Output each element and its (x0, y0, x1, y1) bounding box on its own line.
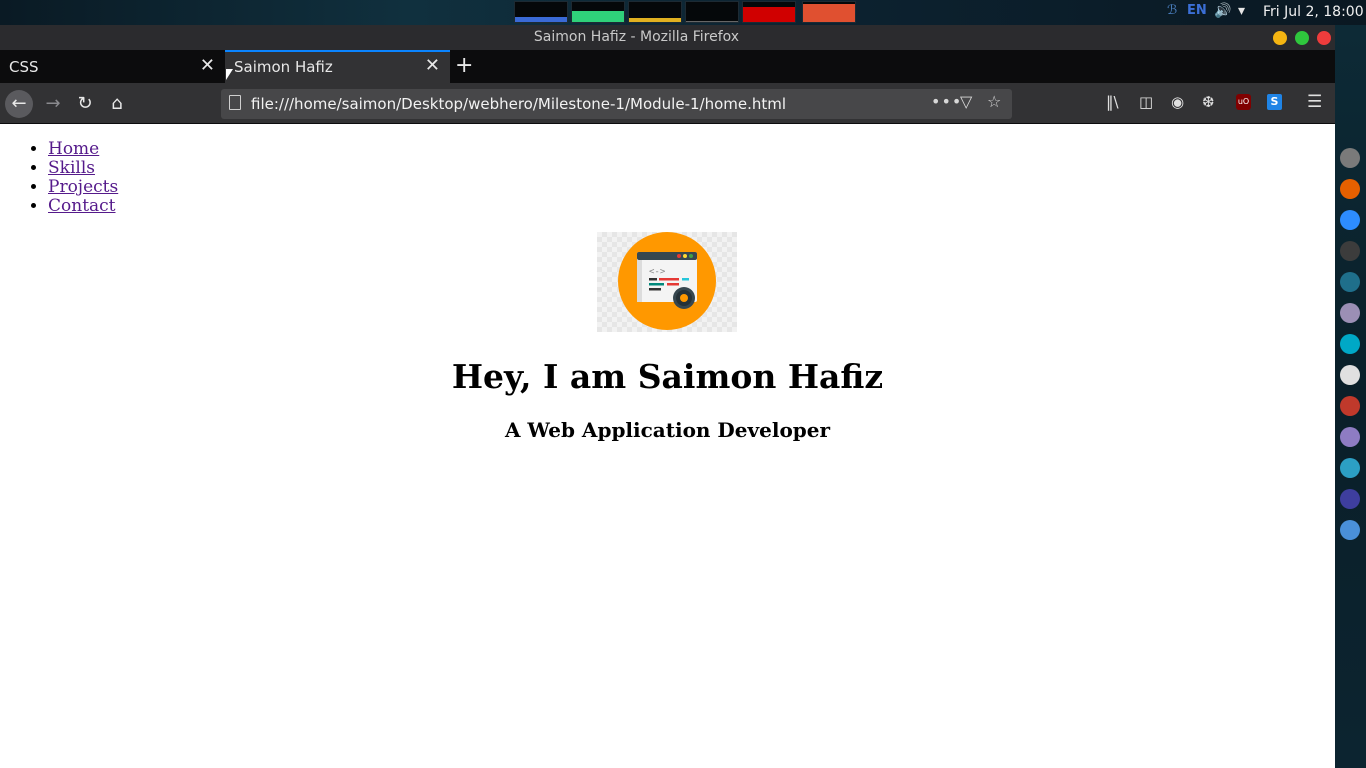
ublock-extension-icon[interactable]: uO (1236, 94, 1251, 110)
nav-item: Contact (48, 197, 118, 216)
vscode-dock-icon[interactable] (1340, 489, 1360, 509)
code-window-icon: <-> (618, 232, 716, 330)
extension-icon[interactable]: ❆ (1202, 93, 1215, 111)
kde-dock-icon[interactable] (1340, 365, 1360, 385)
page-content: Home Skills Projects Contact <-> Hey, I … (0, 124, 1335, 768)
bluetooth-icon[interactable]: ℬ (1167, 3, 1177, 18)
nav-link-home[interactable]: Home (48, 139, 99, 159)
forward-button[interactable]: → (39, 90, 67, 118)
page-heading: Hey, I am Saimon Hafiz (451, 357, 884, 396)
network-monitor-level (629, 18, 681, 22)
disk-monitor-level (803, 4, 855, 22)
svg-text:<->: <-> (649, 267, 666, 277)
mouse-cursor (226, 69, 233, 80)
page-subheading: A Web Application Developer (504, 418, 831, 442)
window-title: Saimon Hafiz - Mozilla Firefox (533, 29, 740, 45)
reload-button[interactable]: ↻ (71, 90, 99, 118)
maximize-button[interactable] (1295, 31, 1309, 45)
cpu-monitor[interactable] (514, 1, 568, 23)
minimize-button[interactable] (1273, 31, 1287, 45)
window-titlebar[interactable]: Saimon Hafiz - Mozilla Firefox (0, 25, 1335, 50)
home-button[interactable]: ⌂ (103, 90, 131, 118)
url-text[interactable]: file:///home/saimon/Desktop/webhero/Mile… (251, 95, 786, 113)
nav-item: Skills (48, 159, 118, 178)
bookmark-star-icon[interactable]: ☆ (987, 92, 1001, 111)
clock[interactable]: Fri Jul 2, 18:00 (1263, 4, 1364, 20)
chrome-dock-icon[interactable] (1340, 520, 1360, 540)
sidebar-icon[interactable]: ◫ (1139, 93, 1153, 111)
terminal-red-dock-icon[interactable] (1340, 396, 1360, 416)
keyboard-language-indicator[interactable]: EN (1187, 3, 1207, 18)
memory-monitor-level (572, 11, 624, 22)
nav-item: Home (48, 140, 118, 159)
network-dock-icon[interactable] (1340, 272, 1360, 292)
navigation-toolbar: ← → ↻ ⌂ file:///home/saimon/Desktop/webh… (0, 83, 1335, 124)
disk-monitor[interactable] (802, 1, 856, 23)
nav-link-contact[interactable]: Contact (48, 196, 116, 216)
swap-monitor-level (686, 21, 738, 22)
camera-dock-icon[interactable] (1340, 303, 1360, 323)
desktop-top-panel: ℬ EN 🔊 ▾ Fri Jul 2, 18:00 (0, 0, 1366, 25)
nav-link-skills[interactable]: Skills (48, 158, 95, 178)
url-bar[interactable]: file:///home/saimon/Desktop/webhero/Mile… (221, 89, 1012, 119)
memory-monitor[interactable] (571, 1, 625, 23)
settings-dock-icon[interactable] (1340, 148, 1360, 168)
new-tab-button[interactable]: + (455, 53, 473, 78)
swap-monitor[interactable] (685, 1, 739, 23)
library-icon[interactable]: ‖\ (1106, 93, 1119, 111)
s-extension-icon[interactable]: S (1267, 94, 1282, 110)
network-monitor[interactable] (628, 1, 682, 23)
nav-item: Projects (48, 178, 118, 197)
pocket-icon[interactable]: ▽ (960, 92, 972, 111)
back-button[interactable]: ← (5, 90, 33, 118)
close-tab-icon[interactable]: ✕ (200, 55, 215, 76)
page-icon (229, 95, 241, 110)
hamburger-menu-icon[interactable]: ☰ (1307, 92, 1322, 112)
close-tab-icon[interactable]: ✕ (425, 55, 440, 76)
site-nav: Home Skills Projects Contact (48, 140, 118, 216)
developer-illustration: <-> (597, 232, 737, 332)
load-monitor-level (743, 7, 795, 22)
wifi-icon[interactable]: ▾ (1238, 3, 1245, 19)
account-icon[interactable]: ◉ (1171, 93, 1184, 111)
tab-strip: CSS ✕ Saimon Hafiz ✕ + (0, 50, 1335, 83)
tab-saimon-hafiz[interactable]: Saimon Hafiz ✕ (225, 50, 450, 83)
tab-css[interactable]: CSS ✕ (0, 50, 225, 83)
tab-label: Saimon Hafiz (234, 58, 333, 76)
monitor-dock-icon[interactable] (1340, 334, 1360, 354)
cpu-monitor-level (515, 17, 567, 22)
tab-label: CSS (9, 58, 39, 76)
firefox-dock-icon[interactable] (1340, 179, 1360, 199)
nav-link-projects[interactable]: Projects (48, 177, 118, 197)
terminal-dock-icon[interactable] (1340, 241, 1360, 261)
page-actions-icon[interactable]: ••• (931, 92, 962, 111)
right-dock (1335, 25, 1366, 768)
document-dock-icon[interactable] (1340, 427, 1360, 447)
zoom-dock-icon[interactable] (1340, 210, 1360, 230)
volume-icon[interactable]: 🔊 (1214, 3, 1231, 19)
bird-dock-icon[interactable] (1340, 458, 1360, 478)
close-window-button[interactable] (1317, 31, 1331, 45)
load-monitor[interactable] (742, 1, 796, 23)
